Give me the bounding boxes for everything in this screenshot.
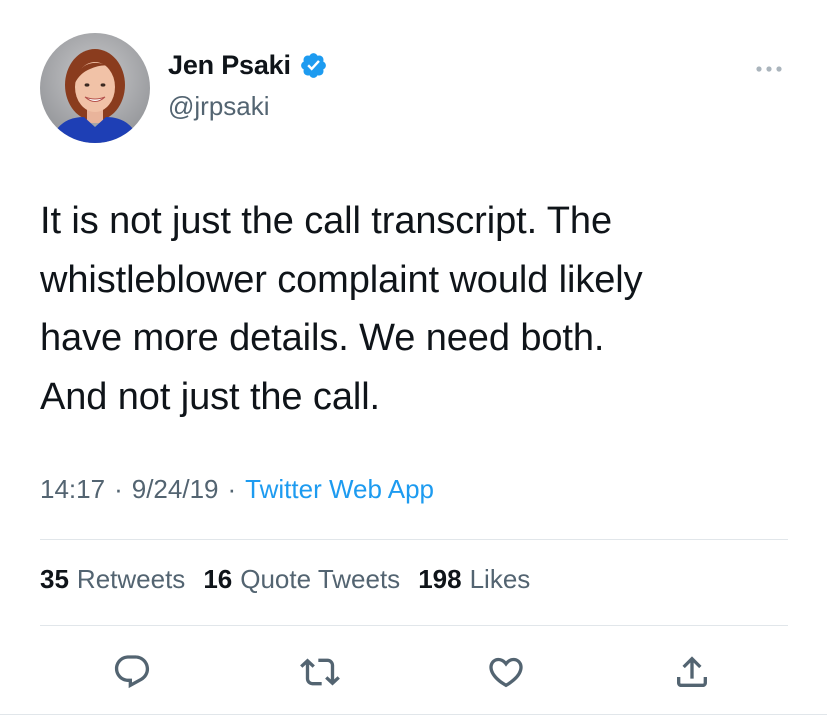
quote-tweets-label: Quote Tweets (240, 564, 401, 594)
quote-tweets-count: 16 (203, 564, 233, 594)
heart-icon (489, 657, 523, 688)
retweet-button[interactable] (298, 650, 342, 694)
divider (40, 539, 788, 540)
reply-icon (114, 655, 150, 689)
divider (40, 625, 788, 626)
reply-button[interactable] (110, 650, 154, 694)
tweet-meta: 14:17 · 9/24/19 · Twitter Web App (40, 474, 434, 505)
retweets-label: Retweets (76, 564, 186, 594)
author-handle[interactable]: @jrpsaki (168, 91, 270, 122)
meta-separator: · (227, 474, 237, 504)
meta-separator: · (114, 474, 123, 504)
avatar-photo-icon (40, 33, 150, 143)
author-name-row: Jen Psaki (168, 50, 328, 81)
like-button[interactable] (484, 650, 528, 694)
share-button[interactable] (670, 650, 714, 694)
verified-badge-icon (299, 51, 328, 80)
author-display-name[interactable]: Jen Psaki (168, 50, 291, 81)
more-options-icon[interactable] (752, 62, 786, 76)
share-icon (677, 656, 707, 687)
retweets-stat[interactable]: 35 Retweets (40, 564, 185, 595)
tweet-source-link[interactable]: Twitter Web App (245, 474, 434, 505)
retweet-icon (300, 658, 340, 686)
likes-stat[interactable]: 198 Likes (418, 564, 530, 595)
quote-tweets-stat[interactable]: 16 Quote Tweets (203, 564, 400, 595)
likes-label: Likes (469, 564, 531, 594)
tweet-stats: 35 Retweets 16 Quote Tweets 198 Likes (40, 564, 548, 595)
likes-count: 198 (418, 564, 462, 594)
author-avatar[interactable] (40, 33, 150, 143)
divider (0, 714, 827, 715)
tweet-card: Jen Psaki @jrpsaki It is not just the ca… (0, 0, 827, 718)
tweet-body-text: It is not just the call transcript. The … (40, 200, 643, 418)
retweets-count: 35 (40, 564, 69, 594)
tweet-date[interactable]: 9/24/19 (132, 474, 219, 505)
tweet-time[interactable]: 14:17 (40, 474, 105, 505)
